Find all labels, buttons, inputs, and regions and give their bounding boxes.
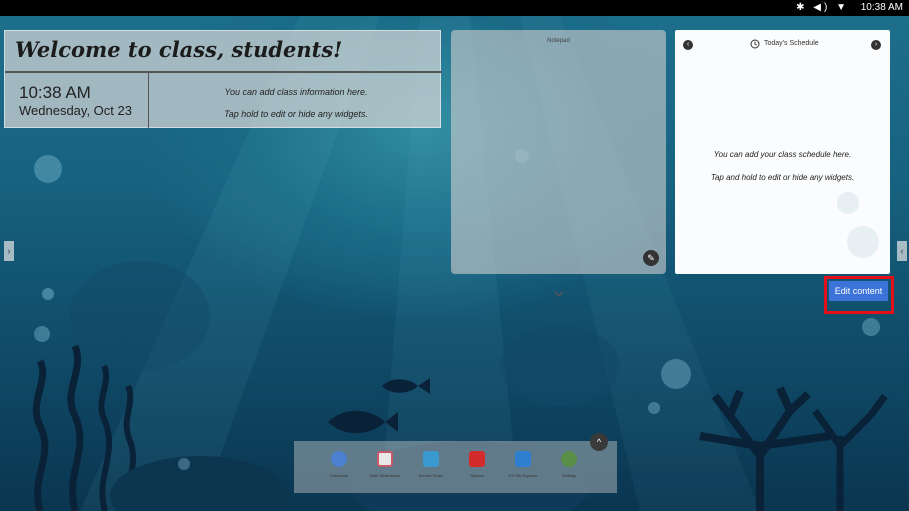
- dock-app-label: Chromium: [329, 473, 349, 478]
- chevron-left-icon[interactable]: ‹: [683, 40, 693, 50]
- decorative-bubble: [847, 226, 879, 258]
- welcome-divider: [5, 71, 442, 73]
- welcome-title: Welcome to class, students!: [15, 37, 343, 62]
- screen-share-icon: [423, 451, 439, 467]
- decorative-bubble: [837, 192, 859, 214]
- edit-content-button[interactable]: Edit content: [829, 281, 888, 301]
- class-info-line-2: Tap hold to edit or hide any widgets.: [224, 109, 368, 119]
- dock-app-chromium[interactable]: Chromium: [316, 451, 362, 491]
- dock-expand-toggle[interactable]: ^: [590, 433, 608, 451]
- dock-app-screen-share[interactable]: Screen Share: [408, 451, 454, 491]
- settings-icon: [561, 451, 577, 467]
- file-explorer-icon: [515, 451, 531, 467]
- screen: ✱ ◀) ▼ 10:38 AM Welcome to class, studen…: [0, 0, 909, 511]
- clock-icon: [750, 39, 760, 49]
- chevron-down-icon[interactable]: [553, 290, 565, 298]
- clock-date: Wednesday, Oct 23: [19, 103, 132, 118]
- right-drawer-handle[interactable]: ‹: [897, 241, 907, 261]
- welcome-column-divider: [148, 73, 149, 129]
- chevron-right-icon[interactable]: ›: [871, 40, 881, 50]
- dock-app-whiteboard[interactable]: Note Whiteboard: [362, 451, 408, 491]
- dock-app-label: ES File Explorer: [508, 473, 538, 478]
- schedule-title: Today's Schedule: [764, 40, 819, 47]
- dock-app-file-explorer[interactable]: ES File Explorer: [500, 451, 546, 491]
- notepad-widget[interactable]: Notepad ✎: [451, 30, 666, 298]
- status-bar: ✱ ◀) ▼ 10:38 AM: [0, 0, 909, 16]
- app-dock: Chromium Note Whiteboard Screen Share Sp…: [294, 441, 617, 493]
- status-time: 10:38 AM: [860, 2, 903, 13]
- schedule-text-line-2: Tap and hold to edit or hide any widgets…: [710, 173, 855, 182]
- spinner-icon: [469, 451, 485, 467]
- schedule-widget[interactable]: ‹ Today's Schedule › You can add your cl…: [675, 30, 890, 274]
- status-icons: ✱ ◀) ▼: [796, 2, 849, 13]
- schedule-text-line-1: You can add your class schedule here.: [713, 150, 852, 159]
- left-drawer-handle[interactable]: ›: [4, 241, 14, 261]
- welcome-widget[interactable]: Welcome to class, students! 10:38 AM Wed…: [4, 30, 442, 129]
- pencil-icon[interactable]: ✎: [643, 250, 659, 266]
- whiteboard-icon: [377, 451, 393, 467]
- dock-app-label: Settings: [561, 473, 577, 478]
- dock-app-spinner[interactable]: Spinner: [454, 451, 500, 491]
- notepad-title: Notepad: [547, 38, 570, 44]
- dock-app-label: Note Whiteboard: [369, 473, 400, 478]
- class-info-line-1: You can add class information here.: [224, 87, 368, 97]
- dock-app-label: Screen Share: [418, 473, 444, 478]
- dock-app-settings[interactable]: Settings: [546, 451, 592, 491]
- dock-app-label: Spinner: [470, 473, 484, 478]
- clock-time: 10:38 AM: [19, 83, 91, 102]
- chromium-icon: [331, 451, 347, 467]
